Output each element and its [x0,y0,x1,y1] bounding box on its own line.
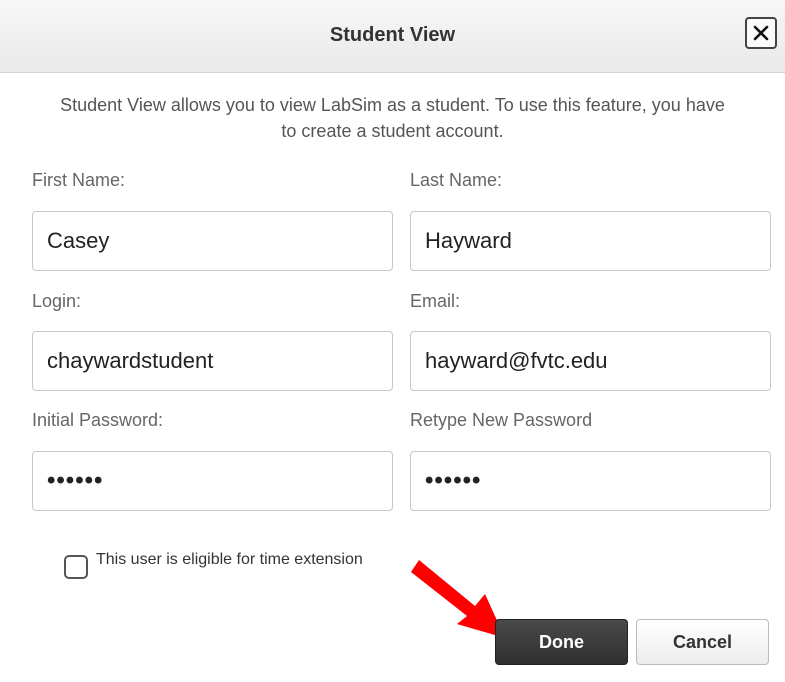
email-value: hayward@fvtc.edu [425,348,608,373]
login-field[interactable]: chaywardstudent [32,331,393,391]
close-button[interactable] [745,17,777,49]
dialog-title: Student View [329,24,456,46]
retype-password-value: •••••• [425,467,482,494]
login-value: chaywardstudent [47,348,214,373]
retype-password-field[interactable]: •••••• [410,451,771,511]
first-name-field[interactable]: Casey [32,211,393,271]
login-label: Login: [32,291,82,311]
email-field[interactable]: hayward@fvtc.edu [410,331,771,391]
close-icon [753,25,769,41]
email-label: Email: [410,291,461,311]
initial-password-label: Initial Password: [32,410,164,430]
retype-password-label: Retype New Password [410,410,593,430]
done-button[interactable]: Done [495,619,628,665]
cancel-button[interactable]: Cancel [636,619,769,665]
time-extension-label[interactable]: This user is eligible for time extension [96,551,363,569]
dialog-titlebar: Student View [0,0,785,73]
initial-password-value: •••••• [47,467,104,494]
initial-password-field[interactable]: •••••• [32,451,393,511]
last-name-label: Last Name: [410,170,503,190]
last-name-value: Hayward [425,228,512,253]
last-name-field[interactable]: Hayward [410,211,771,271]
time-extension-checkbox[interactable] [64,555,88,579]
intro-text: Student View allows you to view LabSim a… [60,95,725,141]
first-name-value: Casey [47,228,110,253]
first-name-label: First Name: [32,170,126,190]
